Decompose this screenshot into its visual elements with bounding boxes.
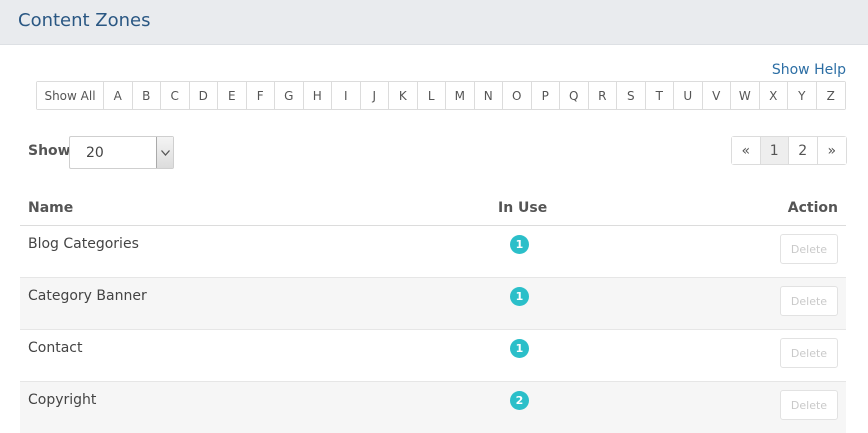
pagination-page-1-button[interactable]: 1 (760, 137, 789, 164)
panel-header: Content Zones (0, 0, 868, 45)
column-header-in-use[interactable]: In Use (498, 200, 547, 216)
zone-name: Blog Categories (28, 236, 139, 252)
pagination: «1 2» (731, 136, 847, 165)
filter-letter-i-button[interactable]: I (332, 82, 361, 109)
filter-letter-z-button[interactable]: Z (816, 82, 845, 109)
filter-letter-q-button[interactable]: Q (560, 82, 589, 109)
page-size-label: Show (28, 143, 71, 159)
pagination-prev-button[interactable]: « (732, 137, 761, 164)
page-size-value: 20 (86, 145, 104, 161)
in-use-badge: 1 (510, 287, 529, 306)
column-header-action: Action (787, 200, 838, 216)
in-use-badge: 1 (510, 339, 529, 358)
filter-letter-r-button[interactable]: R (588, 82, 617, 109)
table-header: Name In Use Action (20, 188, 846, 226)
table-row: Contact 1 Delete (20, 330, 846, 382)
filter-letter-u-button[interactable]: U (674, 82, 703, 109)
filter-letter-b-button[interactable]: B (132, 82, 161, 109)
filter-letter-j-button[interactable]: J (360, 82, 389, 109)
filter-letter-p-button[interactable]: P (531, 82, 560, 109)
page-size-select[interactable]: 20 (69, 136, 174, 169)
filter-letter-s-button[interactable]: S (617, 82, 646, 109)
filter-letter-l-button[interactable]: L (417, 82, 446, 109)
table-row: Category Banner 1 Delete (20, 278, 846, 330)
in-use-badge: 1 (510, 235, 529, 254)
filter-letter-m-button[interactable]: M (446, 82, 475, 109)
delete-button[interactable]: Delete (780, 286, 838, 316)
filter-letter-c-button[interactable]: C (161, 82, 190, 109)
filter-letter-a-button[interactable]: A (104, 82, 133, 109)
filter-letter-n-button[interactable]: N (474, 82, 503, 109)
filter-letter-w-button[interactable]: W (731, 82, 760, 109)
column-header-name[interactable]: Name (28, 200, 73, 216)
page-title: Content Zones (18, 10, 151, 31)
filter-letter-h-button[interactable]: H (303, 82, 332, 109)
delete-button[interactable]: Delete (780, 390, 838, 420)
filter-show-all-button[interactable]: Show All (37, 82, 104, 109)
table-row: Copyright 2 Delete (20, 382, 846, 433)
filter-letter-x-button[interactable]: X (759, 82, 788, 109)
zone-name: Contact (28, 340, 83, 356)
alphabet-filter: Show All ABCDEFGHIJKLMNOPQRSTUVWXYZ (36, 81, 846, 110)
delete-button[interactable]: Delete (780, 234, 838, 264)
filter-letter-y-button[interactable]: Y (788, 82, 817, 109)
content-zones-table: Name In Use Action Blog Categories 1 Delet… (20, 188, 846, 433)
filter-letter-g-button[interactable]: G (275, 82, 304, 109)
chevron-down-icon[interactable] (156, 137, 173, 168)
zone-name: Category Banner (28, 288, 147, 304)
in-use-badge: 2 (510, 391, 529, 410)
table-body: Blog Categories 1 Delete Category Banner 1 De… (20, 226, 846, 433)
filter-letter-f-button[interactable]: F (246, 82, 275, 109)
filter-letter-e-button[interactable]: E (218, 82, 247, 109)
filter-letter-d-button[interactable]: D (189, 82, 218, 109)
pagination-next-button[interactable]: » (817, 137, 846, 164)
filter-letter-o-button[interactable]: O (503, 82, 532, 109)
table-row: Blog Categories 1 Delete (20, 226, 846, 278)
delete-button[interactable]: Delete (780, 338, 838, 368)
filter-letter-k-button[interactable]: K (389, 82, 418, 109)
show-help-link[interactable]: Show Help (772, 62, 846, 78)
filter-letter-t-button[interactable]: T (645, 82, 674, 109)
filter-letter-v-button[interactable]: V (702, 82, 731, 109)
pagination-page-2-button[interactable]: 2 (789, 137, 818, 164)
zone-name: Copyright (28, 392, 97, 408)
